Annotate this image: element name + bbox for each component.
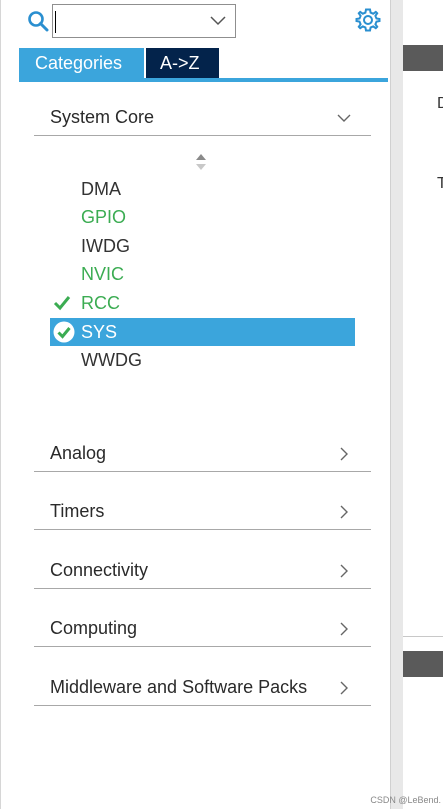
text-caret — [55, 11, 56, 33]
category-system-core[interactable]: System Core — [34, 100, 371, 136]
list-item-iwdg[interactable]: IWDG — [81, 233, 130, 259]
pane-header-bar — [403, 651, 443, 677]
category-middleware[interactable]: Middleware and Software Packs — [34, 670, 371, 706]
category-label: Middleware and Software Packs — [50, 677, 308, 697]
sort-icon[interactable] — [194, 153, 208, 171]
category-label: System Core — [50, 107, 155, 127]
list-item-nvic[interactable]: NVIC — [81, 261, 124, 287]
peripheral-panel: Categories A->Z System Core DMA GPIO IWD… — [0, 0, 390, 809]
pane-text-fragment: D — [437, 95, 443, 112]
list-item-gpio[interactable]: GPIO — [81, 204, 126, 230]
category-analog[interactable]: Analog — [34, 436, 371, 472]
list-item-rcc[interactable]: RCC — [81, 290, 120, 316]
list-item-wwdg[interactable]: WWDG — [81, 347, 142, 373]
chevron-down-icon[interactable] — [209, 14, 227, 28]
category-timers[interactable]: Timers — [34, 494, 371, 530]
check-circle-icon — [53, 321, 75, 343]
list-item-dma[interactable]: DMA — [81, 176, 121, 202]
list-item-label: SYS — [81, 322, 118, 342]
pane-divider — [403, 636, 443, 637]
category-connectivity[interactable]: Connectivity — [34, 553, 371, 589]
chevron-right-icon — [340, 447, 348, 461]
view-tabs: Categories A->Z — [19, 48, 219, 78]
chevron-down-icon — [337, 114, 351, 122]
pane-header-bar — [403, 45, 443, 71]
checkmark-icon — [53, 296, 71, 311]
chevron-right-icon — [340, 681, 348, 695]
category-label: Connectivity — [50, 560, 149, 580]
search-icon[interactable] — [27, 10, 49, 32]
category-label: Timers — [50, 501, 105, 521]
tab-categories[interactable]: Categories — [19, 48, 144, 78]
tab-underline — [19, 78, 388, 82]
category-computing[interactable]: Computing — [34, 611, 371, 647]
chevron-right-icon — [340, 505, 348, 519]
configuration-pane — [403, 0, 443, 809]
search-combobox[interactable] — [52, 4, 236, 38]
chevron-right-icon — [340, 564, 348, 578]
panel-splitter[interactable] — [390, 0, 403, 809]
chevron-right-icon — [340, 622, 348, 636]
search-input[interactable] — [53, 5, 203, 37]
pane-text-fragment: T — [437, 175, 443, 192]
tab-a-to-z[interactable]: A->Z — [146, 48, 219, 78]
watermark: CSDN @LeBend. — [370, 795, 441, 805]
category-label: Computing — [50, 618, 138, 638]
list-item-sys-selected[interactable]: SYS — [50, 318, 355, 346]
category-label: Analog — [50, 443, 107, 463]
gear-icon[interactable] — [355, 7, 381, 33]
